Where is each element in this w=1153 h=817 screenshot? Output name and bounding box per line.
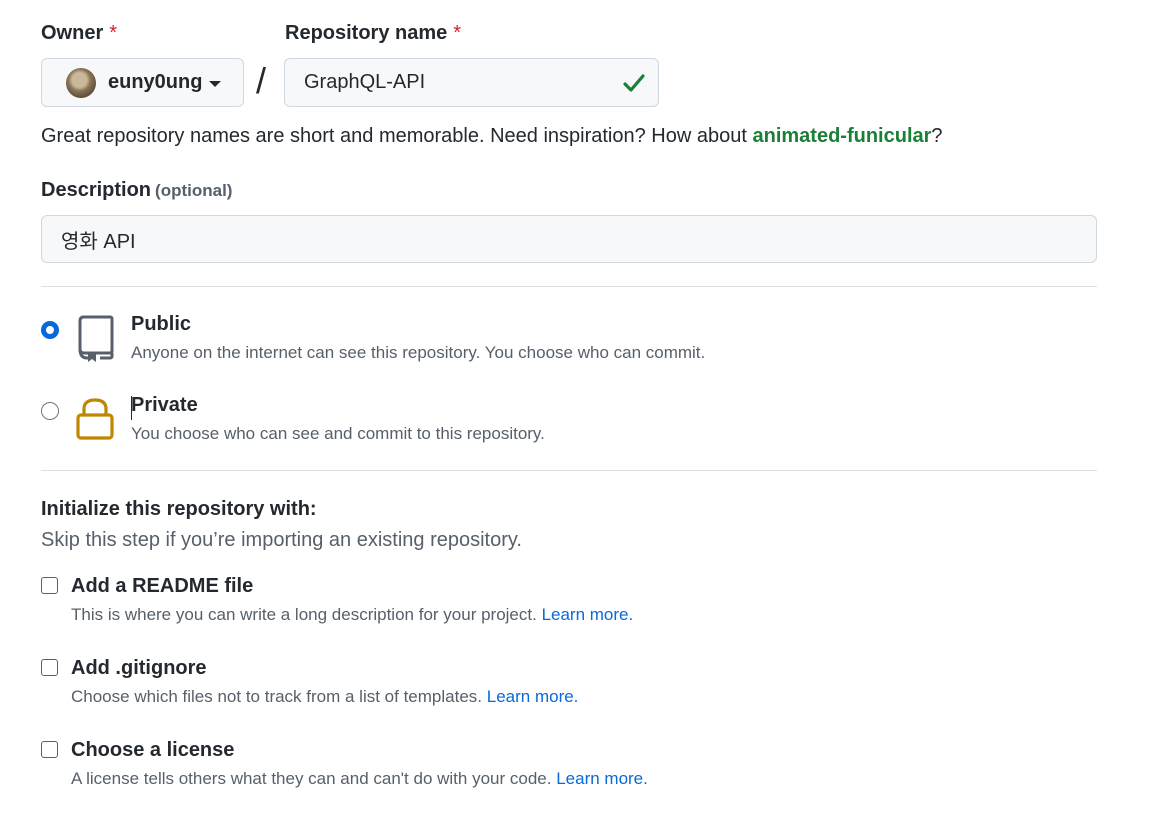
readme-desc-text: This is where you can write a long descr… bbox=[71, 605, 537, 624]
owner-label-text: Owner bbox=[41, 22, 104, 44]
owner-label: Owner * bbox=[41, 22, 117, 45]
divider bbox=[41, 286, 1097, 287]
gitignore-desc-text: Choose which files not to track from a l… bbox=[71, 687, 483, 706]
license-checkbox[interactable] bbox=[41, 741, 58, 758]
init-section-title: Initialize this repository with: bbox=[41, 498, 317, 520]
public-title: Public bbox=[131, 313, 192, 335]
gitignore-checkbox[interactable] bbox=[41, 659, 58, 676]
gitignore-desc: Choose which files not to track from a l… bbox=[71, 687, 578, 707]
public-desc: Anyone on the internet can see this repo… bbox=[131, 343, 706, 362]
readme-title: Add a README file bbox=[71, 575, 254, 597]
hint-text: Great repository names are short and mem… bbox=[41, 125, 753, 147]
name-suggestion-link[interactable]: animated-funicular bbox=[752, 125, 931, 147]
private-title: Private bbox=[131, 394, 198, 416]
hint-suffix: ? bbox=[931, 125, 943, 147]
owner-name: euny0ung bbox=[108, 71, 203, 93]
init-section-subtitle: Skip this step if you’re importing an ex… bbox=[41, 529, 522, 551]
avatar bbox=[66, 67, 96, 98]
private-desc: You choose who can see and commit to thi… bbox=[131, 424, 545, 443]
readme-learn-more-link[interactable]: Learn more. bbox=[542, 605, 634, 624]
repo-name-required-mark: * bbox=[453, 22, 462, 44]
check-icon bbox=[623, 74, 645, 92]
repo-name-field[interactable] bbox=[284, 58, 659, 107]
license-desc-text: A license tells others what they can and… bbox=[71, 769, 552, 788]
repo-name-input[interactable] bbox=[285, 59, 658, 106]
license-desc: A license tells others what they can and… bbox=[71, 769, 648, 789]
description-input[interactable] bbox=[42, 216, 1096, 262]
description-optional: (optional) bbox=[155, 181, 233, 200]
description-label: Description (optional) bbox=[41, 179, 232, 202]
public-radio[interactable] bbox=[41, 321, 59, 339]
license-title: Choose a license bbox=[71, 739, 235, 761]
repo-name-hint: Great repository names are short and mem… bbox=[41, 125, 943, 148]
repo-name-label-text: Repository name bbox=[285, 22, 448, 44]
repo-name-label: Repository name * bbox=[285, 22, 461, 45]
lock-icon bbox=[76, 398, 114, 440]
repo-icon bbox=[78, 315, 114, 362]
divider bbox=[41, 470, 1097, 471]
owner-required-mark: * bbox=[109, 22, 118, 44]
readme-checkbox[interactable] bbox=[41, 577, 58, 594]
description-label-text: Description bbox=[41, 179, 152, 201]
caret-down-icon bbox=[209, 80, 222, 87]
gitignore-learn-more-link[interactable]: Learn more. bbox=[487, 687, 579, 706]
gitignore-title: Add .gitignore bbox=[71, 657, 207, 679]
license-learn-more-link[interactable]: Learn more. bbox=[556, 769, 648, 788]
readme-desc: This is where you can write a long descr… bbox=[71, 605, 633, 625]
owner-dropdown[interactable]: euny0ung bbox=[41, 58, 244, 107]
private-radio[interactable] bbox=[41, 402, 59, 420]
owner-repo-separator: / bbox=[256, 60, 267, 101]
description-field[interactable] bbox=[41, 215, 1097, 263]
